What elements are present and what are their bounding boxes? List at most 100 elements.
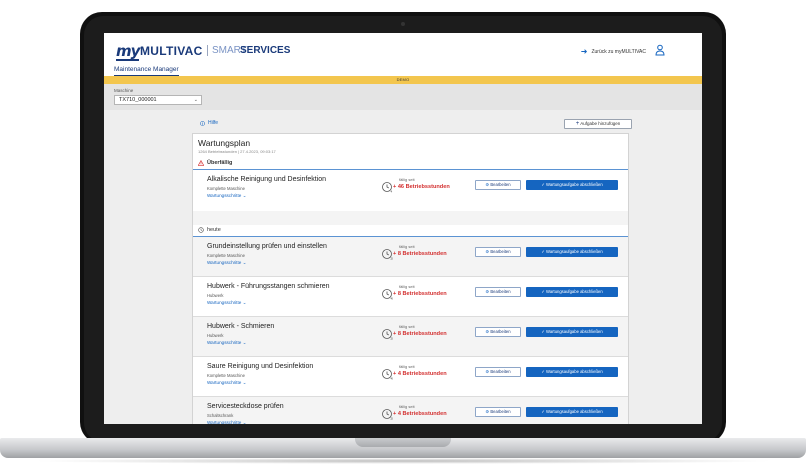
edit-button[interactable]: ⚙ Bearbeiten [475,367,521,377]
interval-clock-label: 40 [391,297,394,301]
interval-clock-label: 200 [391,337,394,341]
maintenance-steps-link[interactable]: Wartungsschritte ⌄ [207,300,246,306]
camera [401,22,405,26]
steps-link-label: Wartungsschritte [207,420,242,424]
task-scope: Komplette Maschine [207,373,245,378]
edit-button[interactable]: ⚙ Bearbeiten [475,407,521,417]
interval-clock-icon: 200 [382,329,394,341]
interval-clock-label: 200 [391,257,394,261]
steps-link-label: Wartungsschritte [207,300,242,305]
edit-button[interactable]: ⚙ Bearbeiten [475,180,521,190]
edit-button-label: Bearbeiten [490,289,511,294]
maintenance-steps-link[interactable]: Wartungsschritte ⌄ [207,380,246,386]
due-value: + 8 Betriebsstunden [393,251,447,257]
logo-my: my [116,42,140,61]
complete-task-label: Wartungsaufgabe abschließen [546,182,603,187]
complete-task-button[interactable]: ✓ Wartungsaufgabe abschließen [526,180,618,190]
interval-clock-label: 40 [391,377,394,381]
steps-link-label: Wartungsschritte [207,193,242,198]
help-link[interactable]: Hilfe [200,120,218,126]
machine-panel: Maschine TX710_000001 ⌄ [104,84,702,110]
group-overdue-header: Überfällig [198,160,232,166]
machine-label: Maschine [114,88,134,93]
task-scope: Schaltschrank [207,413,234,418]
logo-brand: MULTIVAC [140,44,203,58]
chevron-down-icon: ⌄ [242,260,247,265]
task-scope: Hubwerk [207,333,224,338]
interval-clock-icon: 4 [382,182,393,193]
task-scope: Hubwerk [207,293,224,298]
complete-task-button[interactable]: ✓ Wartungsaufgabe abschließen [526,367,618,377]
interval-clock-icon: 200 [382,249,394,261]
plus-icon: + [575,121,580,127]
machine-select[interactable]: TX710_000001 ⌄ [114,95,202,105]
task-title: Alkalische Reinigung und Desinfektion [207,176,327,183]
app-screen: my MULTIVAC SMART SERVICES ➜ Zurück zu m… [104,33,702,424]
help-link-label: Hilfe [208,120,219,126]
task-row: Saure Reinigung und Desinfektion Komplet… [193,357,628,397]
demo-banner: DEMO [104,76,702,84]
header: my MULTIVAC SMART SERVICES ➜ Zurück zu m… [104,33,702,77]
group-today-label: heute [207,227,221,233]
edit-button[interactable]: ⚙ Bearbeiten [475,247,521,257]
task-row: Servicesteckdose prüfen Schaltschrank Wa… [193,397,628,424]
due-label: fällig seit [399,244,415,249]
due-value: + 8 Betriebsstunden [393,291,447,297]
maintenance-steps-link[interactable]: Wartungsschritte ⌄ [207,420,246,424]
maintenance-steps-link[interactable]: Wartungsschritte ⌄ [207,340,246,346]
add-task-label: Aufgabe hinzufügen [580,121,621,126]
complete-task-label: Wartungsaufgabe abschließen [546,409,603,414]
machine-select-value: TX710_000001 [119,97,157,103]
complete-task-button[interactable]: ✓ Wartungsaufgabe abschließen [526,407,618,417]
logo-services: SERVICES [240,45,291,56]
page-title: Wartungsplan [198,138,251,148]
edit-button-label: Bearbeiten [490,369,511,374]
complete-task-button[interactable]: ✓ Wartungsaufgabe abschließen [526,247,618,257]
task-title: Hubwerk - Schmieren [207,323,275,330]
edit-button-label: Bearbeiten [490,249,511,254]
complete-task-label: Wartungsaufgabe abschließen [546,369,603,374]
add-task-button[interactable]: + Aufgabe hinzufügen [564,119,632,129]
edit-button-label: Bearbeiten [490,329,511,334]
group-overdue-label: Überfällig [207,160,233,166]
info-icon [200,120,205,126]
back-to-mymultivac-link[interactable]: ➜ Zurück zu myMULTIVAC [581,47,646,56]
due-label: fällig seit [399,324,415,329]
device-mockup: my MULTIVAC SMART SERVICES ➜ Zurück zu m… [0,0,806,466]
due-value: + 4 Betriebsstunden [393,411,447,417]
laptop-notch [355,438,451,447]
task-row: Alkalische Reinigung und Desinfektion Ko… [193,170,628,210]
steps-link-label: Wartungsschritte [207,380,242,385]
interval-clock-icon: 2000 [382,409,394,421]
task-title: Grundeinstellung prüfen und einstellen [207,243,327,250]
task-scope: Komplette Maschine [207,186,245,191]
due-value: + 8 Betriebsstunden [393,331,447,337]
steps-link-label: Wartungsschritte [207,340,242,345]
back-link-label: Zurück zu myMULTIVAC [591,48,646,55]
edit-button[interactable]: ⚙ Bearbeiten [475,287,521,297]
interval-clock-label: 2000 [391,417,394,421]
task-title: Hubwerk - Führungsstangen schmieren [207,283,330,290]
clock-icon [198,227,204,233]
edit-button-label: Bearbeiten [490,182,511,187]
complete-task-button[interactable]: ✓ Wartungsaufgabe abschließen [526,287,618,297]
complete-task-button[interactable]: ✓ Wartungsaufgabe abschließen [526,327,618,337]
edit-button[interactable]: ⚙ Bearbeiten [475,327,521,337]
task-row: Grundeinstellung prüfen und einstellen K… [193,237,628,277]
arrow-right-icon: ➜ [580,47,588,56]
maintenance-steps-link[interactable]: Wartungsschritte ⌄ [207,193,246,199]
laptop-shadow [30,458,776,464]
due-label: fällig seit [399,284,415,289]
due-label: fällig seit [399,364,415,369]
user-icon[interactable] [655,44,665,56]
due-value: + 4 Betriebsstunden [393,371,447,377]
group-spacer [193,211,628,225]
due-label: fällig seit [399,177,415,182]
complete-task-label: Wartungsaufgabe abschließen [546,289,603,294]
interval-clock-icon: 40 [382,369,394,381]
maintenance-steps-link[interactable]: Wartungsschritte ⌄ [207,260,246,266]
edit-button-label: Bearbeiten [490,409,511,414]
task-row: Hubwerk - Schmieren Hubwerk Wartungsschr… [193,317,628,357]
task-scope: Komplette Maschine [207,253,245,258]
warning-icon [198,160,204,166]
